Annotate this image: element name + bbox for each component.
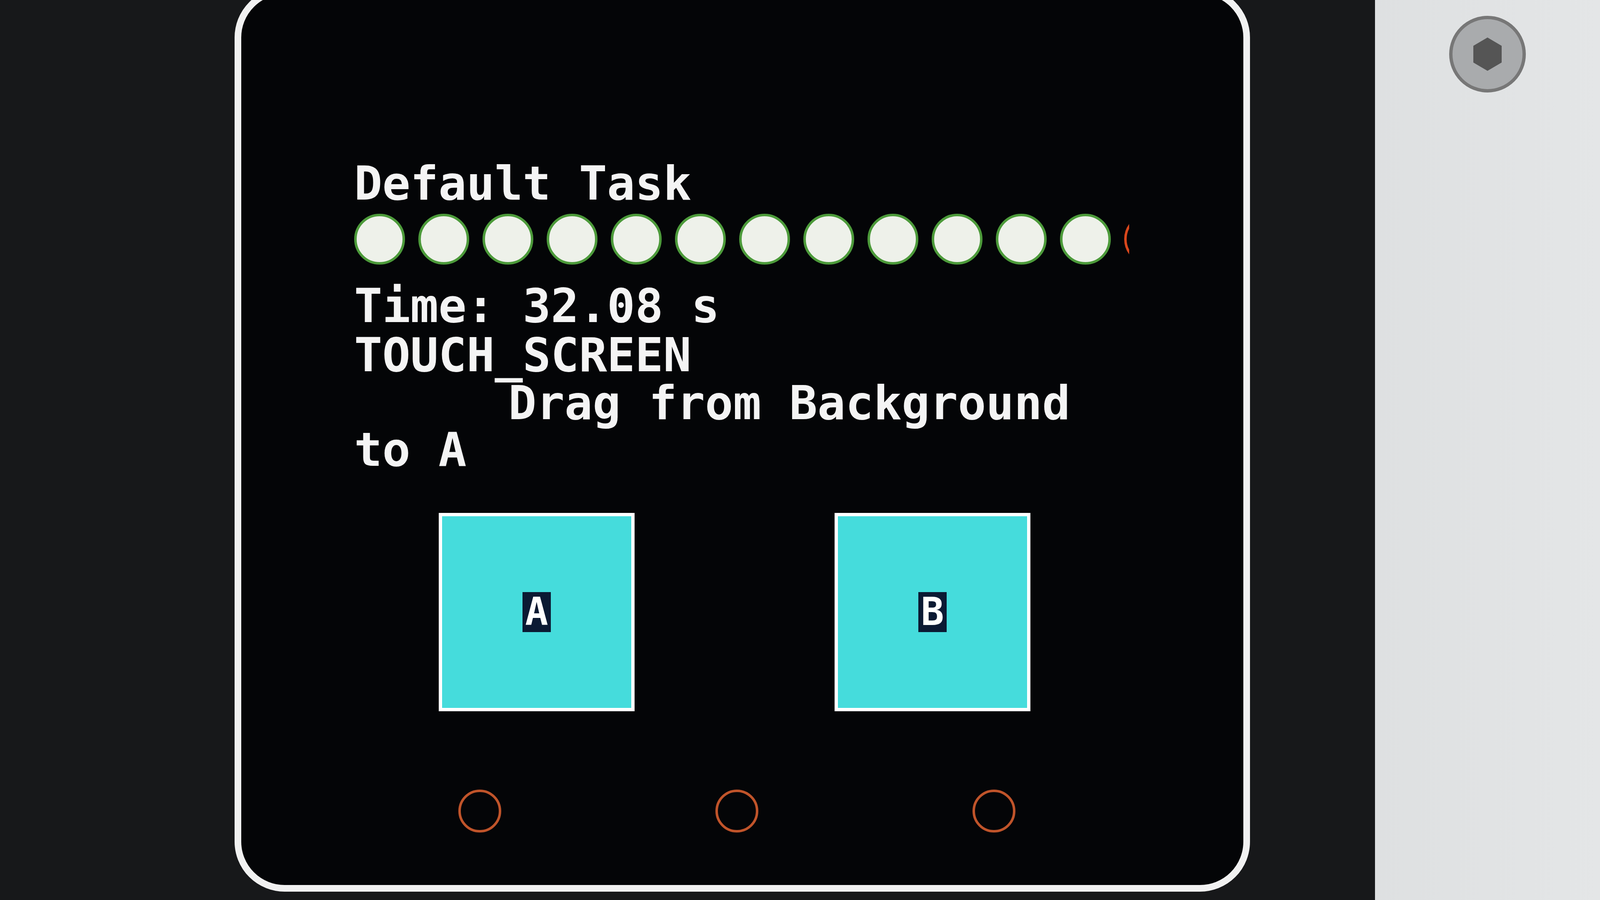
progress-dot [1124, 213, 1130, 265]
progress-dot [482, 213, 534, 265]
progress-dots [354, 213, 1130, 265]
progress-dot [931, 213, 983, 265]
target-box[interactable]: A [438, 512, 635, 712]
target-label: A [522, 592, 551, 633]
progress-dot [418, 213, 470, 265]
progress-dot [739, 213, 790, 265]
progress-dot [675, 213, 726, 265]
target-row: AB [438, 512, 1130, 712]
mount-plate [1375, 0, 1600, 900]
task-title: Default Task [354, 158, 1130, 208]
progress-dot [546, 213, 598, 265]
time-reading: Time: 32.08 s [354, 281, 1130, 331]
mode-label: TOUCH_SCREEN [354, 330, 1130, 380]
hard-button[interactable] [458, 789, 502, 833]
hard-button[interactable] [972, 789, 1016, 833]
progress-dot [354, 213, 405, 265]
progress-dot [610, 213, 662, 265]
progress-dot [867, 213, 919, 265]
screw-icon [1445, 12, 1530, 96]
device-body: Default Task Time: 32.08 sTOUCH_SCREENDra… [0, 0, 1375, 900]
target-box[interactable]: B [834, 512, 1031, 712]
photo-scene: Default Task Time: 32.08 sTOUCH_SCREENDra… [0, 0, 1600, 900]
instruction-text: Drag from Background to A [354, 379, 1130, 473]
progress-dot [803, 213, 855, 265]
hard-button-row [458, 789, 1130, 833]
screen-content: Default Task Time: 32.08 sTOUCH_SCREENDra… [354, 158, 1130, 833]
progress-dot [1060, 213, 1111, 265]
device-screen: Default Task Time: 32.08 sTOUCH_SCREENDra… [234, 0, 1250, 892]
target-label: B [918, 592, 947, 633]
hard-button[interactable] [715, 789, 759, 833]
progress-dot [995, 213, 1047, 265]
